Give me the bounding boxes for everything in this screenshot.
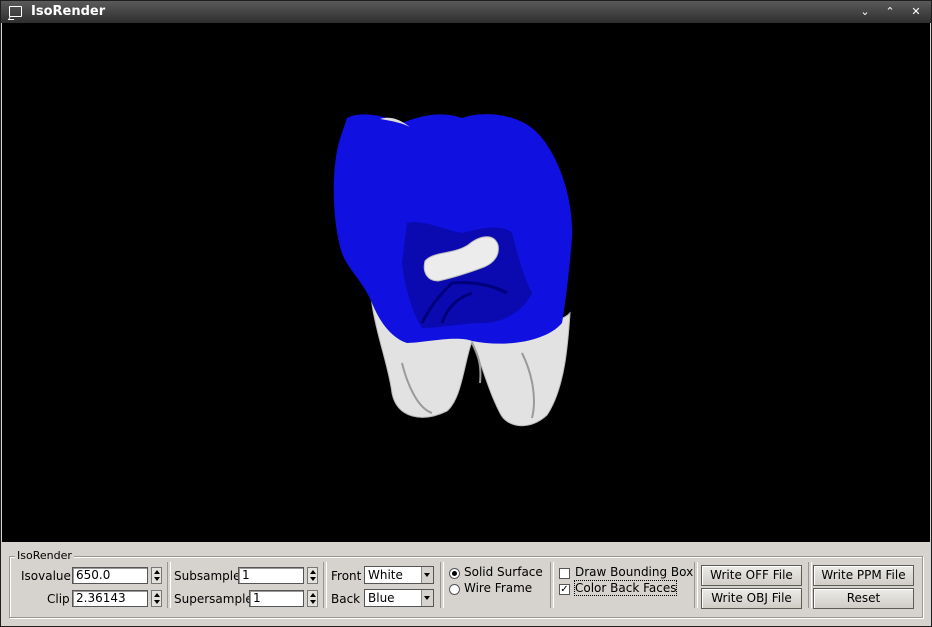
- isorender-window: IsoRender ⌄ ⌃ ✕ IsoRender Isovalue 650.0…: [0, 0, 932, 627]
- back-color-select[interactable]: Blue: [364, 589, 434, 607]
- window-title: IsoRender: [31, 4, 106, 19]
- chevron-down-icon[interactable]: [421, 567, 433, 583]
- write-obj-button[interactable]: Write OBJ File: [701, 588, 802, 609]
- clip-field[interactable]: 2.36143: [72, 590, 148, 607]
- render-viewport[interactable]: [2, 23, 930, 542]
- wire-frame-radio[interactable]: [449, 584, 460, 595]
- color-back-faces-label[interactable]: Color Back Faces: [573, 580, 678, 596]
- separator: [550, 562, 554, 608]
- solid-surface-label[interactable]: Solid Surface: [464, 565, 543, 579]
- front-label: Front: [331, 569, 362, 583]
- supersample-spinner[interactable]: [307, 590, 318, 607]
- color-back-faces-checkbox[interactable]: ✓: [559, 584, 570, 595]
- isovalue-spinner[interactable]: [151, 567, 162, 584]
- subsample-label: Subsample: [174, 569, 241, 583]
- minimize-button[interactable]: ⌄: [857, 4, 873, 20]
- reset-button[interactable]: Reset: [813, 588, 914, 609]
- group-title: IsoRender: [15, 549, 74, 562]
- clip-spinner[interactable]: [151, 590, 162, 607]
- solid-surface-radio[interactable]: [449, 568, 460, 579]
- chevron-down-icon[interactable]: [421, 590, 433, 606]
- separator: [323, 562, 327, 608]
- isovalue-field[interactable]: 650.0: [72, 567, 148, 584]
- front-color-select[interactable]: White: [364, 566, 434, 584]
- write-off-button[interactable]: Write OFF File: [701, 565, 802, 586]
- close-button[interactable]: ✕: [908, 4, 924, 20]
- control-panel: IsoRender Isovalue 650.0 Clip 2.36143 Su…: [2, 542, 930, 626]
- supersample-label: Supersample: [174, 592, 253, 606]
- subsample-field[interactable]: 1: [238, 567, 304, 584]
- front-color-value: White: [368, 568, 403, 582]
- clip-label: Clip: [47, 592, 70, 606]
- window-menu-icon[interactable]: [9, 6, 22, 17]
- title-bar[interactable]: IsoRender ⌄ ⌃ ✕: [1, 1, 931, 23]
- supersample-field[interactable]: 1: [249, 590, 304, 607]
- tooth-render: [333, 114, 573, 427]
- separator: [694, 562, 698, 608]
- separator: [808, 562, 812, 608]
- separator: [440, 562, 444, 608]
- wire-frame-label[interactable]: Wire Frame: [464, 581, 532, 595]
- write-ppm-button[interactable]: Write PPM File: [813, 565, 914, 586]
- back-color-value: Blue: [368, 591, 395, 605]
- draw-bounding-box-label[interactable]: Draw Bounding Box: [575, 565, 693, 579]
- maximize-button[interactable]: ⌃: [882, 4, 898, 20]
- draw-bounding-box-checkbox[interactable]: [559, 568, 570, 579]
- isovalue-label: Isovalue: [21, 569, 71, 583]
- subsample-spinner[interactable]: [307, 567, 318, 584]
- back-label: Back: [331, 592, 361, 606]
- separator: [167, 562, 171, 608]
